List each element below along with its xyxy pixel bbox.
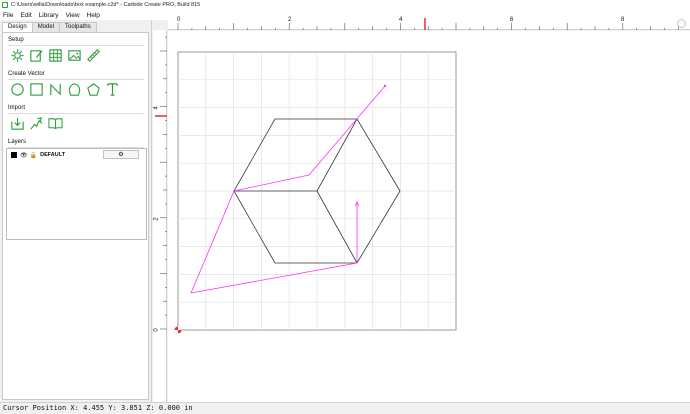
- design-canvas[interactable]: [168, 31, 690, 402]
- gear-icon: [11, 49, 24, 62]
- image-setup-button[interactable]: [67, 48, 82, 63]
- circle-icon: [11, 83, 24, 96]
- measure-button[interactable]: [86, 48, 101, 63]
- draw-rectangle-button[interactable]: [29, 82, 44, 97]
- menu-view[interactable]: View: [66, 12, 80, 19]
- draw-polygon-button[interactable]: [86, 82, 101, 97]
- draw-shape-button[interactable]: [67, 82, 82, 97]
- curve-icon: [50, 83, 61, 96]
- h-ruler-label-6: 6: [510, 17, 514, 23]
- import-title: Import: [8, 105, 26, 111]
- library-icon: [48, 118, 63, 130]
- open-library-button[interactable]: [48, 116, 63, 131]
- menu-file[interactable]: File: [3, 12, 13, 19]
- panel-tabs: Design Model Toolpaths: [2, 22, 97, 32]
- import-icon: [11, 117, 24, 130]
- layer-name: DEFAULT: [40, 152, 66, 158]
- image-icon: [68, 50, 81, 61]
- import-separator: [8, 113, 144, 114]
- window-title: C:\Users\willa\Downloads\box example.c2d…: [11, 2, 201, 8]
- view-options-button[interactable]: [677, 19, 686, 28]
- rectangle-icon: [30, 83, 43, 96]
- polygon-shape-icon: [68, 83, 81, 96]
- h-ruler-label-2: 2: [288, 17, 292, 23]
- vertical-ruler: 4 2 0: [153, 30, 167, 402]
- v-ruler-label-0: 0: [153, 328, 160, 332]
- horizontal-ruler: 0 2 4 6 8: [168, 16, 690, 30]
- ruler-icon: [87, 49, 100, 62]
- trace-image-button[interactable]: [29, 116, 44, 131]
- draw-text-button[interactable]: [105, 82, 120, 97]
- create-vector-title: Create Vector: [8, 71, 45, 77]
- toolpath-endpoint: [383, 84, 387, 88]
- job-setup-button[interactable]: [10, 48, 25, 63]
- horizontal-ruler-ticks: [177, 18, 679, 30]
- trace-icon: [30, 117, 43, 130]
- h-ruler-label-4: 4: [399, 17, 403, 23]
- v-ruler-label-4: 4: [153, 106, 160, 110]
- gear-icon: ⚙: [118, 152, 124, 158]
- setup-title: Setup: [8, 37, 24, 43]
- v-ruler-label-2: 2: [153, 217, 160, 221]
- setup-tools: [10, 48, 105, 63]
- lock-icon[interactable]: 🔒: [30, 152, 37, 159]
- vector-tools: [10, 82, 124, 97]
- menu-help[interactable]: Help: [87, 12, 100, 19]
- import-tools: [10, 116, 67, 131]
- edit-setup-button[interactable]: [29, 48, 44, 63]
- h-ruler-label-0: 0: [177, 17, 181, 23]
- tab-model[interactable]: Model: [31, 22, 61, 32]
- layer-row[interactable]: 👁 🔒 DEFAULT: [11, 151, 65, 159]
- pentagon-icon: [87, 83, 100, 96]
- create-vector-separator: [8, 79, 144, 80]
- text-icon: [107, 83, 118, 96]
- h-ruler-label-8: 8: [621, 17, 625, 23]
- setup-separator: [8, 45, 144, 46]
- layers-title: Layers: [8, 139, 27, 145]
- app-icon: [2, 2, 8, 8]
- tab-toolpaths[interactable]: Toolpaths: [59, 22, 97, 32]
- grid-setup-button[interactable]: [48, 48, 63, 63]
- draw-circle-button[interactable]: [10, 82, 25, 97]
- draw-curve-button[interactable]: [48, 82, 63, 97]
- menu-library[interactable]: Library: [39, 12, 59, 19]
- layer-settings-button[interactable]: ⚙: [103, 150, 139, 159]
- layer-color-swatch[interactable]: [11, 152, 17, 158]
- edit-icon: [30, 50, 43, 62]
- import-file-button[interactable]: [10, 116, 25, 131]
- eye-icon[interactable]: 👁: [20, 152, 28, 159]
- origin-marker: [174, 326, 182, 334]
- menu-edit[interactable]: Edit: [20, 12, 31, 19]
- status-bar: Cursor Position X: 4.455 Y: 3.851 Z: 0.0…: [0, 402, 690, 414]
- tab-design[interactable]: Design: [2, 22, 33, 32]
- canvas-svg[interactable]: [168, 31, 690, 402]
- grid-icon: [49, 49, 62, 62]
- vertical-ruler-ticks: [155, 36, 167, 330]
- layers-list: 👁 🔒 DEFAULT: [6, 148, 147, 240]
- title-bar: C:\Users\willa\Downloads\box example.c2d…: [0, 0, 690, 10]
